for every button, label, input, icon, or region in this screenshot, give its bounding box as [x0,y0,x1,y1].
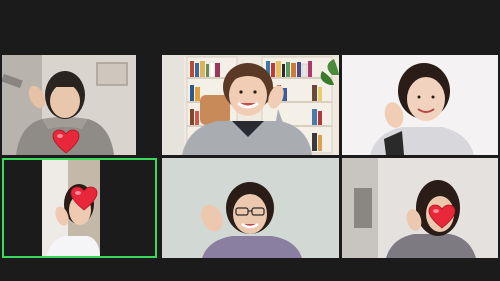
participant-video-tile-4[interactable] [2,158,157,258]
heart-icon [52,129,80,154]
participant-video-tile-6[interactable] [342,158,498,258]
participant-video-2 [162,55,339,155]
participant-video-tile-5[interactable] [162,158,339,258]
participant-video-tile-2[interactable] [162,55,339,155]
participant-video-tile-3[interactable] [342,55,498,155]
participant-video-5 [162,158,339,258]
participant-video-6 [342,158,498,258]
participant-video-3 [342,55,498,155]
video-gallery [0,0,500,281]
participant-video-tile-1[interactable] [2,55,136,155]
heart-icon [428,204,456,229]
heart-icon [70,186,98,211]
